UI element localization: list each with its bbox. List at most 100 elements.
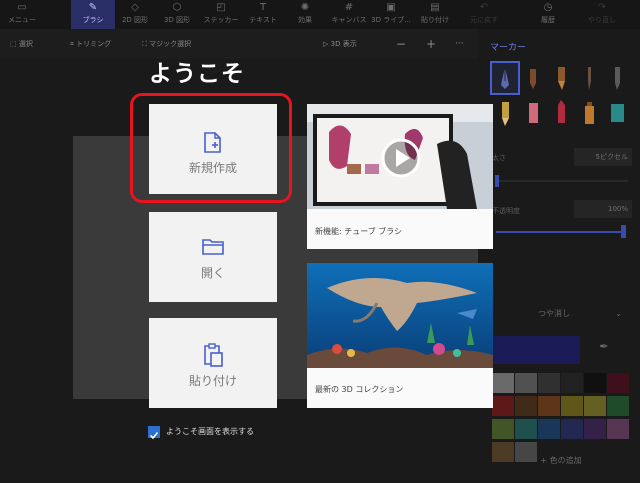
size-label: 太さ — [492, 154, 506, 162]
menu-button[interactable]: ▭ メニュー — [0, 0, 44, 29]
tab-brushes[interactable]: ✎ ブラシ — [71, 0, 115, 29]
tube-brush-card[interactable]: 新機能: チューブ ブラシ — [307, 104, 493, 249]
tab-stickers[interactable]: ◰ ステッカー — [199, 0, 243, 29]
size-slider-thumb[interactable] — [495, 175, 499, 187]
watercolor-brush[interactable] — [576, 63, 602, 93]
spraycan-icon — [585, 102, 594, 124]
checkmark-icon — [149, 431, 159, 440]
zoom-in-button[interactable]: + — [426, 38, 436, 50]
color-swatch[interactable] — [561, 373, 583, 393]
marker-brush[interactable] — [520, 63, 546, 93]
color-swatch[interactable] — [538, 419, 560, 439]
crayon-brush[interactable] — [548, 98, 574, 128]
tab-3d-library[interactable]: ▣ 3D ライブ... — [369, 0, 413, 29]
color-swatch[interactable] — [584, 373, 606, 393]
3d-library-icon: ▣ — [386, 2, 396, 13]
watercolor-icon — [588, 67, 591, 90]
color-swatch[interactable] — [515, 373, 537, 393]
color-swatch[interactable] — [584, 419, 606, 439]
pixel-pen-icon — [615, 67, 620, 90]
tab-text[interactable]: T テキスト — [241, 0, 285, 29]
select-icon: ⬚ — [10, 40, 17, 48]
clipboard-paste-icon — [204, 343, 223, 367]
top-ribbon: ▭ メニュー ✎ ブラシ ◇ 2D 図形 ⬡ 3D 図形 ◰ ステッカー T テ… — [0, 0, 640, 29]
color-swatch[interactable] — [492, 419, 514, 439]
show-welcome-label: ようこそ画面を表示する — [166, 427, 254, 436]
crop-tool[interactable]: ⌗ トリミング — [70, 38, 111, 50]
tab-canvas[interactable]: # キャンバス — [327, 0, 371, 29]
color-swatch[interactable] — [607, 419, 629, 439]
redo-button[interactable]: ↷ やり直し — [580, 0, 624, 29]
undo-button[interactable]: ↶ 元に戻す — [462, 0, 506, 29]
panel-title: マーカー — [490, 43, 527, 53]
effects-icon: ✺ — [300, 2, 310, 13]
canvas-icon: # — [344, 2, 354, 13]
folder-icon — [202, 239, 224, 255]
add-color-button[interactable]: + 色の追加 — [492, 452, 630, 470]
color-swatch[interactable] — [515, 396, 537, 416]
welcome-title: ようこそ — [149, 61, 245, 87]
finish-dropdown[interactable]: つや消し ⌄ — [492, 304, 630, 324]
color-swatch[interactable] — [607, 373, 629, 393]
history-button[interactable]: ◷ 履歴 — [526, 0, 570, 29]
tab-3d-shapes[interactable]: ⬡ 3D 図形 — [155, 0, 199, 29]
color-swatch[interactable] — [515, 419, 537, 439]
2d-shapes-icon: ◇ — [131, 2, 139, 13]
tab-2d-shapes[interactable]: ◇ 2D 図形 — [113, 0, 157, 29]
tube-brush-label: 新機能: チューブ ブラシ — [315, 227, 403, 236]
color-swatch[interactable] — [538, 373, 560, 393]
size-slider[interactable] — [496, 180, 628, 182]
calligraphy-pen-icon — [501, 67, 509, 89]
color-swatch[interactable] — [538, 396, 560, 416]
current-color-swatch[interactable] — [492, 336, 580, 364]
open-tile[interactable]: 開く — [149, 212, 277, 302]
more-button[interactable]: ··· — [455, 38, 464, 50]
eyedropper-icon[interactable]: ✒ — [592, 340, 616, 360]
fill-icon — [611, 104, 624, 122]
3d-view-icon: ▷ — [323, 40, 329, 48]
select-tool[interactable]: ⬚ 選択 — [10, 38, 33, 50]
3d-collection-thumbnail — [307, 263, 493, 368]
brush-icon: ✎ — [88, 2, 98, 13]
color-swatch[interactable] — [584, 396, 606, 416]
opacity-slider-thumb[interactable] — [621, 225, 626, 238]
marker-icon — [530, 69, 536, 89]
fill-brush[interactable] — [604, 98, 630, 128]
color-swatch[interactable] — [607, 396, 629, 416]
spraycan-brush[interactable] — [576, 98, 602, 128]
magic-select-icon: ⛶ — [142, 40, 147, 48]
color-swatch[interactable] — [561, 396, 583, 416]
color-swatch[interactable] — [492, 373, 514, 393]
eraser-brush[interactable] — [520, 98, 546, 128]
calligraphy-pen-brush[interactable] — [490, 61, 520, 95]
menu-icon: ▭ — [17, 2, 27, 13]
color-swatch[interactable] — [492, 396, 514, 416]
chevron-down-icon: ⌄ — [615, 309, 622, 318]
opacity-slider[interactable] — [496, 231, 624, 233]
oil-brush-icon — [558, 67, 565, 90]
paste-ribbon-button[interactable]: ▤ 貼り付け — [413, 0, 457, 29]
redo-icon: ↷ — [597, 2, 607, 13]
opacity-input[interactable]: 100% — [574, 200, 632, 218]
tab-effects[interactable]: ✺ 効果 — [283, 0, 327, 29]
paste-tile[interactable]: 貼り付け — [149, 318, 277, 408]
magic-select-tool[interactable]: ⛶ マジック選択 — [142, 38, 191, 50]
show-welcome-checkbox[interactable] — [148, 426, 160, 440]
size-input[interactable]: 5ピクセル — [574, 148, 632, 166]
history-icon: ◷ — [543, 2, 553, 13]
3d-collection-card[interactable]: 最新の 3D コレクション — [307, 263, 493, 408]
crayon-icon — [558, 100, 565, 123]
pixel-pen-brush[interactable] — [604, 63, 630, 93]
pencil-icon — [502, 102, 509, 126]
open-label: 開く — [200, 266, 225, 280]
opacity-label: 不透明度 — [492, 207, 520, 215]
paste-icon: ▤ — [430, 2, 440, 13]
oil-brush[interactable] — [548, 63, 574, 93]
sticker-icon: ◰ — [216, 2, 226, 13]
pencil-brush[interactable] — [492, 98, 518, 128]
3d-shapes-icon: ⬡ — [172, 2, 182, 13]
crop-icon: ⌗ — [70, 40, 74, 48]
zoom-out-button[interactable]: − — [396, 38, 406, 50]
3d-view-toggle[interactable]: ▷ 3D 表示 — [323, 38, 357, 50]
color-swatch[interactable] — [561, 419, 583, 439]
